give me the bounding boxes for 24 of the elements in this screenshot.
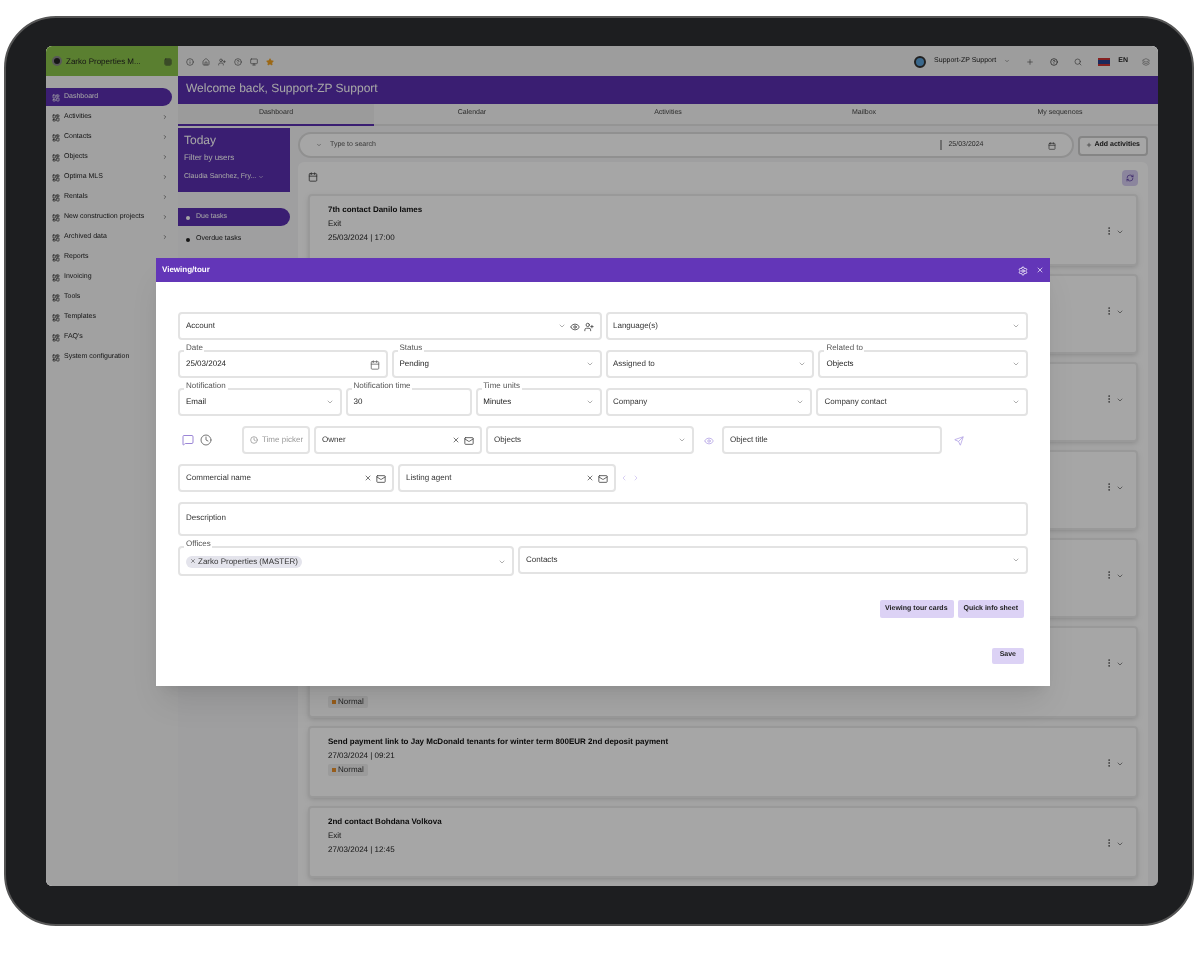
calendar-icon[interactable] (308, 172, 318, 182)
star-icon[interactable] (266, 57, 274, 65)
home-icon[interactable] (202, 57, 210, 65)
chat-icon[interactable] (182, 434, 194, 446)
info-icon[interactable] (186, 57, 194, 65)
search-icon[interactable] (1074, 57, 1083, 65)
help-icon[interactable] (234, 57, 242, 65)
clock-icon[interactable] (200, 434, 212, 446)
person-icon[interactable] (218, 57, 226, 65)
calendar-icon[interactable] (1048, 141, 1057, 149)
help-icon[interactable] (1050, 57, 1059, 65)
clock-icon (250, 436, 258, 444)
plus-icon (1086, 142, 1093, 148)
add-person-icon[interactable] (583, 321, 593, 331)
settings-icon[interactable] (1018, 265, 1028, 275)
avatar-icon[interactable] (914, 55, 927, 67)
monitor-icon[interactable] (250, 57, 258, 65)
logo-icon (52, 56, 62, 66)
eye-icon[interactable] (569, 321, 579, 331)
calendar-icon[interactable] (369, 359, 380, 369)
refresh-icon (1126, 173, 1134, 181)
refresh-button[interactable] (1122, 169, 1138, 185)
flag-icon[interactable] (1098, 57, 1111, 65)
send-icon[interactable] (953, 435, 963, 445)
